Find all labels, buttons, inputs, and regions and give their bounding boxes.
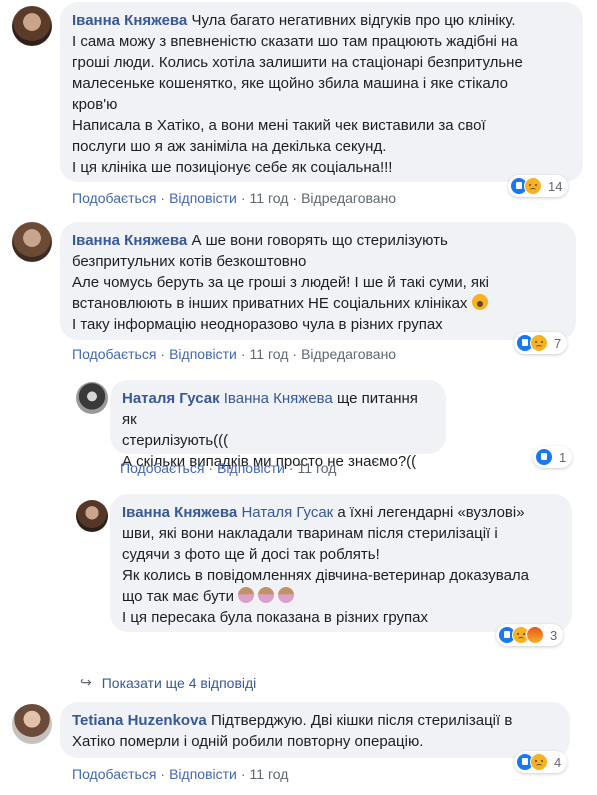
edited-label: Відредаговано — [301, 346, 397, 362]
reaction-count: 14 — [548, 178, 563, 194]
timestamp[interactable]: 11 год — [250, 346, 289, 362]
comment-text-line: а їхні легендарні «вузлові» — [337, 504, 525, 521]
comment-text-line: І ця пересака була показана в різних гру… — [122, 609, 428, 626]
reaction-count: 3 — [550, 627, 558, 643]
comment-text-line: Як колись в повідомленнях дівчина-ветери… — [122, 567, 530, 584]
reaction-count: 7 — [554, 335, 562, 351]
reaction-summary[interactable]: 7 — [514, 332, 568, 354]
person-emoji-icon — [238, 587, 255, 603]
comment-text-line: Чула багато негативних відгуків про цю к… — [191, 12, 516, 29]
reaction-summary[interactable]: 3 — [496, 624, 564, 646]
comment-text-line: шви, які вони накладали тваринам після с… — [122, 525, 498, 542]
avatar[interactable] — [76, 500, 108, 532]
comment-text-line: Написала в Хатіко, а вони мені такий чек… — [72, 117, 486, 134]
comment-bubble: Наталя Гусак Іванна Княжева ще питання я… — [110, 380, 446, 470]
comment-text-line: Але чомусь беруть за це гроші з людей! І… — [72, 274, 489, 291]
timestamp[interactable]: 11 год — [250, 190, 289, 206]
comment-5: Tetiana Huzenkova Підтверджую. Дві кішки… — [0, 700, 597, 795]
edited-label: Відредаговано — [301, 190, 397, 206]
comment-2: Іванна Княжева А ше вони говорять що сте… — [0, 218, 597, 368]
comment-text-line: послуги шо я аж заніміла на декілька сек… — [72, 138, 387, 155]
comment-text-line: Хатіко померли і одній робили повторну о… — [72, 733, 424, 750]
comment-text-line: стерилізують((( — [122, 432, 229, 449]
comment-author[interactable]: Tetiana Huzenkova — [72, 712, 207, 729]
avatar[interactable] — [12, 222, 52, 262]
reply-button[interactable]: Відповісти — [169, 190, 237, 206]
reply-button[interactable]: Відповісти — [169, 346, 237, 362]
comment-actions: Подобається · Відповісти · 11 год — [120, 460, 337, 476]
reaction-count: 1 — [559, 449, 567, 465]
comment-actions: Подобається · Відповісти · 11 год · Відредагов… — [72, 190, 397, 206]
person-emoji-icon — [278, 587, 295, 603]
reaction-summary[interactable]: 14 — [508, 175, 569, 197]
like-button[interactable]: Подобається — [72, 346, 156, 362]
comment-bubble: Іванна Княжева А ше вони говорять що сте… — [60, 222, 576, 340]
comment-1: Іванна Княжева Чула багато негативних ві… — [0, 0, 597, 210]
comment-author[interactable]: Іванна Княжева — [72, 12, 187, 29]
person-emoji-icon — [258, 587, 275, 603]
comment-bubble: Іванна Княжева Наталя Гусак а їхні леген… — [110, 494, 572, 632]
reply-button[interactable]: Відповісти — [217, 460, 285, 476]
comment-text-line: малесеньке кошенятко, яке щойно збила ма… — [72, 75, 508, 92]
comment-actions: Подобається · Відповісти · 11 год — [72, 766, 289, 782]
like-button[interactable]: Подобається — [72, 190, 156, 206]
mention-link[interactable]: Наталя Гусак — [241, 504, 333, 521]
comment-text-line: А ше вони говорять що стерилізують — [191, 232, 448, 249]
comment-author[interactable]: Наталя Гусак — [122, 390, 220, 407]
reaction-count: 4 — [554, 754, 562, 770]
comment-text-line: І таку інформацію неодноразово чула в рі… — [72, 316, 443, 333]
reaction-summary[interactable]: 4 — [514, 751, 568, 773]
timestamp[interactable]: 11 год — [250, 766, 289, 782]
reply-1: Наталя Гусак Іванна Княжева ще питання я… — [0, 378, 597, 484]
like-reaction-icon — [535, 448, 553, 466]
show-more-label[interactable]: Показати ще 4 відповіді — [102, 675, 257, 691]
like-button[interactable]: Подобається — [72, 766, 156, 782]
avatar[interactable] — [76, 382, 108, 414]
reply-2: Іванна Княжева Наталя Гусак а їхні леген… — [0, 492, 597, 666]
comment-text-line: що так має бути — [122, 588, 234, 605]
comment-text-line: І сама можу з впевненістю сказати шо там… — [72, 33, 518, 50]
sad-reaction-icon — [524, 177, 542, 195]
reply-arrow-icon: ↪ — [80, 674, 92, 690]
comment-actions: Подобається · Відповісти · 11 год · Відредагов… — [72, 346, 397, 362]
comment-bubble: Tetiana Huzenkova Підтверджую. Дві кішки… — [60, 702, 570, 758]
comment-text-line: гроші люди. Колись хотіла залишити на ст… — [72, 54, 523, 71]
sad-reaction-icon — [530, 753, 548, 771]
avatar[interactable] — [12, 6, 52, 46]
comment-text-line: І ця клініка ше позиціонує себе як соціа… — [72, 159, 393, 176]
comment-text-line: безпритульних котів безкоштовно — [72, 253, 307, 270]
comment-text-line: Підтверджую. Дві кішки після стерилізаці… — [210, 712, 513, 729]
wow-emoji-icon — [471, 294, 488, 310]
show-more-replies[interactable]: ↪ Показати ще 4 відповіді — [80, 674, 256, 691]
comment-author[interactable]: Іванна Княжева — [72, 232, 187, 249]
reply-button[interactable]: Відповісти — [169, 766, 237, 782]
comment-text-line: кров'ю — [72, 96, 118, 113]
comment-bubble: Іванна Княжева Чула багато негативних ві… — [60, 2, 583, 182]
comment-text-line: судячи з фото ще й досі так роблять! — [122, 546, 380, 563]
reaction-summary[interactable]: 1 — [533, 446, 573, 468]
avatar[interactable] — [12, 704, 52, 744]
timestamp[interactable]: 11 год — [298, 460, 337, 476]
mention-link[interactable]: Іванна Княжева — [224, 390, 333, 407]
comment-author[interactable]: Іванна Княжева — [122, 504, 237, 521]
sad-reaction-icon — [530, 334, 548, 352]
comment-text-line: встановлюють в інших приватних НЕ соціал… — [72, 295, 468, 312]
like-button[interactable]: Подобається — [120, 460, 204, 476]
angry-reaction-icon — [526, 626, 544, 644]
